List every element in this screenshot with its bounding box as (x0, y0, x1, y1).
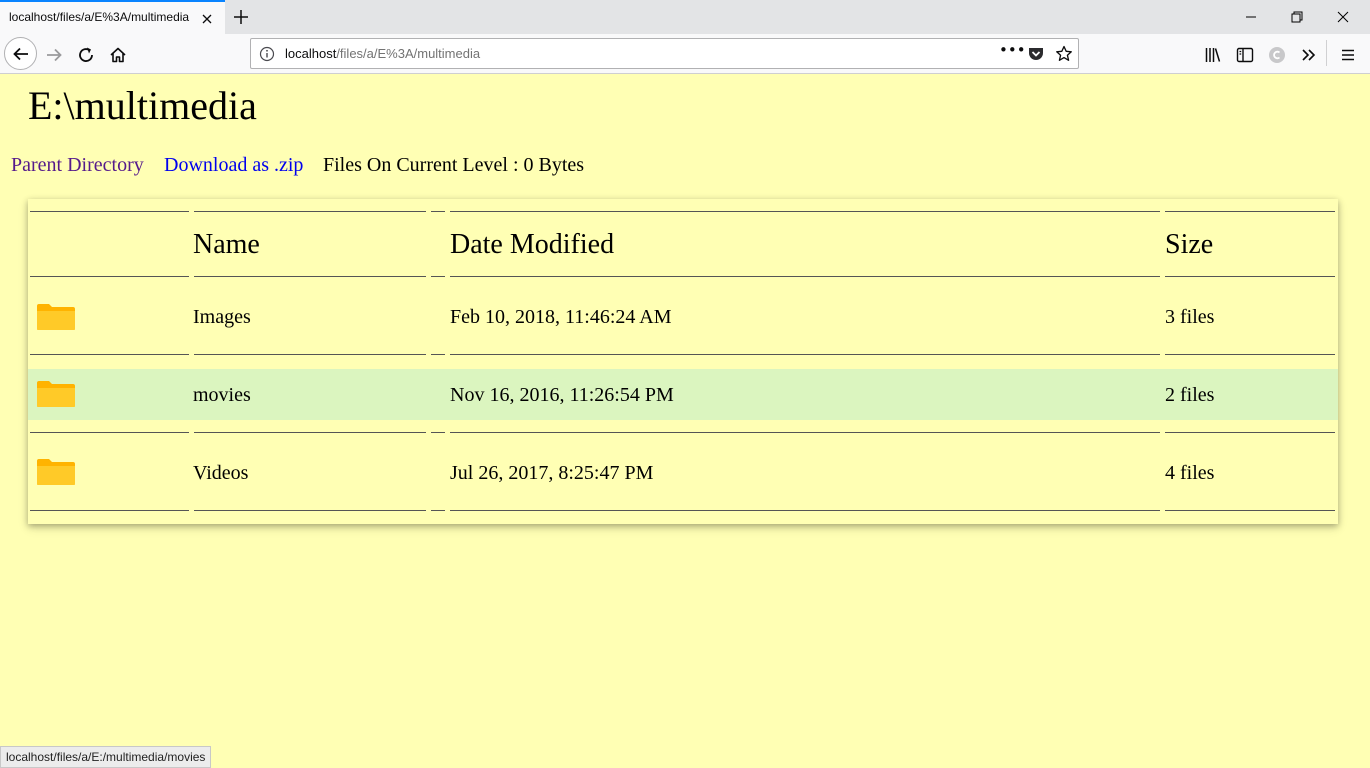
back-button[interactable] (4, 37, 37, 70)
tab-strip: localhost/files/a/E%3A/multimedia (0, 0, 1370, 34)
file-date: Nov 16, 2016, 11:26:54 PM (450, 384, 674, 406)
cell-border (1165, 510, 1335, 511)
file-name[interactable]: Videos (193, 461, 248, 485)
table-header-row: Name Date Modified Size (28, 199, 1338, 277)
cell-border (1165, 211, 1335, 212)
cell-border (450, 211, 1160, 212)
cell-border (194, 432, 426, 433)
cell-border (30, 211, 189, 212)
header-name[interactable]: Name (193, 229, 260, 261)
header-date-modified[interactable]: Date Modified (450, 229, 614, 261)
status-bar: localhost/files/a/E:/multimedia/movies (0, 746, 212, 768)
table-row[interactable]: movies Nov 16, 2016, 11:26:54 PM 2 files (28, 369, 1338, 420)
file-name[interactable]: Images (193, 305, 251, 329)
home-button[interactable] (102, 39, 132, 69)
site-info-icon[interactable] (259, 46, 275, 62)
cell-border (1165, 354, 1335, 355)
parent-directory-link[interactable]: Parent Directory (11, 153, 144, 177)
url-text[interactable]: localhost/files/a/E%3A/multimedia (285, 46, 480, 61)
cell-border (30, 432, 189, 433)
file-table: Name Date Modified Size Images Feb 10, 2… (28, 199, 1338, 524)
cell-border (431, 510, 445, 511)
file-date: Jul 26, 2017, 8:25:47 PM (450, 462, 654, 484)
cell-border (194, 354, 426, 355)
tab-title: localhost/files/a/E%3A/multimedia (9, 10, 190, 24)
table-row[interactable]: Images Feb 10, 2018, 11:46:24 AM 3 files (28, 291, 1338, 343)
overflow-chevron-icon[interactable] (1293, 39, 1323, 69)
folder-icon (36, 303, 76, 331)
file-size: 2 files (1165, 384, 1215, 406)
row-divider (28, 510, 1338, 511)
cell-border (194, 510, 426, 511)
row-divider (28, 432, 1338, 433)
folder-icon (36, 458, 76, 486)
cell-border (1165, 432, 1335, 433)
reload-button[interactable] (70, 39, 100, 69)
cell-border (431, 354, 445, 355)
pocket-icon[interactable] (1027, 45, 1045, 63)
cell-border (30, 276, 189, 277)
url-bar[interactable]: localhost/files/a/E%3A/multimedia ••• (250, 38, 1079, 69)
download-zip-link[interactable]: Download as .zip (164, 153, 303, 177)
file-name[interactable]: movies (193, 383, 251, 407)
bookmark-star-icon[interactable] (1055, 45, 1073, 63)
extension-icon[interactable] (1261, 39, 1291, 69)
page-title: E:\multimedia (28, 83, 257, 128)
cell-border (450, 354, 1160, 355)
file-size: 4 files (1165, 462, 1215, 484)
new-tab-icon[interactable] (231, 7, 251, 27)
url-host: localhost (285, 46, 337, 61)
minimize-button[interactable] (1228, 0, 1274, 34)
forward-button[interactable] (38, 39, 68, 69)
toolbar-divider (1326, 40, 1327, 66)
library-icon[interactable] (1197, 39, 1227, 69)
close-tab-icon[interactable] (199, 11, 215, 27)
cell-border (1165, 276, 1335, 277)
cell-border (431, 211, 445, 212)
cell-border (30, 510, 189, 511)
file-date: Feb 10, 2018, 11:46:24 AM (450, 306, 672, 328)
cell-border (450, 510, 1160, 511)
cell-border (431, 276, 445, 277)
table-row[interactable]: Videos Jul 26, 2017, 8:25:47 PM 4 files (28, 447, 1338, 499)
folder-icon (36, 380, 76, 408)
header-size[interactable]: Size (1165, 229, 1213, 261)
cell-border (450, 276, 1160, 277)
cell-border (194, 276, 426, 277)
row-divider (28, 354, 1338, 355)
files-size-info: Files On Current Level : 0 Bytes (323, 154, 585, 176)
file-size: 3 files (1165, 306, 1215, 328)
restore-button[interactable] (1274, 0, 1320, 34)
close-window-button[interactable] (1320, 0, 1366, 34)
cell-border (431, 432, 445, 433)
navigation-toolbar: localhost/files/a/E%3A/multimedia ••• (0, 34, 1370, 74)
cell-border (450, 432, 1160, 433)
sidebar-icon[interactable] (1229, 39, 1259, 69)
tab-multimedia[interactable]: localhost/files/a/E%3A/multimedia (0, 0, 225, 34)
cell-border (194, 211, 426, 212)
hamburger-menu-icon[interactable] (1332, 39, 1362, 69)
url-path: /files/a/E%3A/multimedia (336, 46, 481, 61)
cell-border (30, 354, 189, 355)
page-actions-icon[interactable]: ••• (999, 41, 1026, 59)
